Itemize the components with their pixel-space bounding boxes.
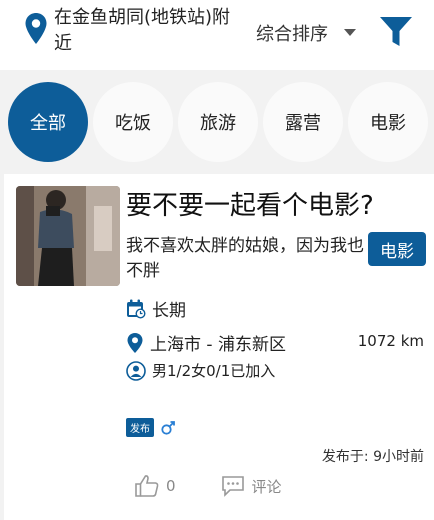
comment-icon — [221, 476, 244, 497]
filter-icon[interactable] — [379, 16, 413, 48]
calendar-clock-icon — [127, 299, 146, 318]
category-all[interactable]: 全部 — [8, 82, 88, 162]
posted-time: 发布于: 9小时前 — [321, 449, 424, 465]
post-description: 我不喜欢太胖的姑娘，因为我也不胖 — [126, 236, 364, 281]
like-button[interactable]: 0 — [134, 474, 176, 498]
category-bar: 全部 吃饭 旅游 露营 电影 — [0, 70, 434, 170]
comment-button[interactable]: 评论 — [220, 474, 282, 498]
distance-text: 1072 km — [357, 332, 424, 350]
post-title: 要不要一起看个电影? — [126, 191, 374, 221]
publisher-badges: 发布 — [126, 418, 176, 437]
duration-row: 长期 — [126, 296, 186, 321]
location-pin-icon[interactable] — [24, 12, 48, 46]
current-location[interactable]: 在金鱼胡同(地铁站)附近 — [54, 5, 244, 57]
person-icon — [126, 360, 146, 381]
category-camping[interactable]: 露营 — [263, 82, 343, 162]
category-travel[interactable]: 旅游 — [178, 82, 258, 162]
thumbs-up-icon — [135, 475, 159, 497]
participants-text: 男1/2女0/1已加入 — [152, 362, 276, 380]
participants-row: 男1/2女0/1已加入 — [126, 360, 275, 381]
location-text: 上海市 - 浦东新区 — [150, 335, 286, 355]
post-card[interactable]: 要不要一起看个电影? 我不喜欢太胖的姑娘，因为我也不胖 电影 长期 上海市 - … — [4, 174, 434, 520]
top-bar: 在金鱼胡同(地铁站)附近 综合排序 — [0, 0, 434, 70]
chevron-down-icon[interactable] — [344, 29, 356, 36]
location-row: 上海市 - 浦东新区 — [126, 330, 286, 355]
like-count: 0 — [166, 477, 176, 495]
male-icon — [161, 420, 175, 435]
category-movie[interactable]: 电影 — [348, 82, 428, 162]
duration-text: 长期 — [152, 301, 186, 321]
location-pin-icon — [127, 332, 143, 353]
post-photo[interactable] — [16, 186, 120, 286]
sort-dropdown[interactable]: 综合排序 — [256, 20, 328, 46]
post-category-tag: 电影 — [368, 232, 426, 266]
comment-label: 评论 — [251, 477, 282, 496]
publisher-badge: 发布 — [126, 418, 154, 437]
category-food[interactable]: 吃饭 — [93, 82, 173, 162]
action-bar: 0 评论 — [134, 474, 326, 498]
